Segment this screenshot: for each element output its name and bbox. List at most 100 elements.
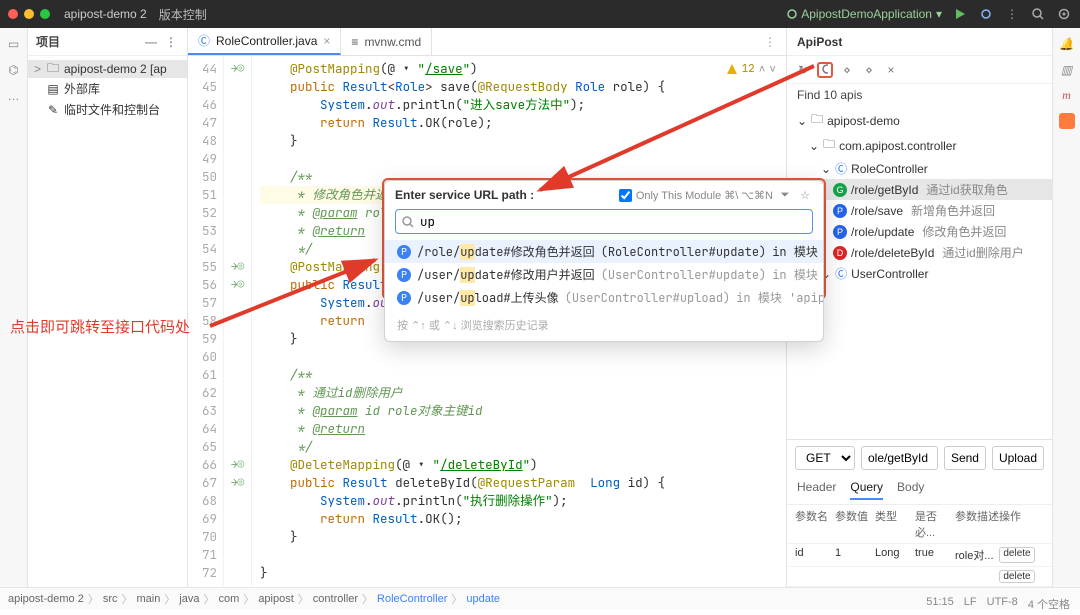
breadcrumb-sep: 〉 — [204, 591, 215, 607]
search-apis-button[interactable] — [817, 62, 833, 78]
popup-result-item[interactable]: P/user/update#修改用户并返回 (UserController#up… — [385, 263, 823, 286]
param-row[interactable]: id1Longtruerole对...delete — [787, 544, 1052, 567]
method-badge-icon: P — [833, 225, 847, 239]
breadcrumb-sep: 〉 — [164, 591, 175, 607]
http-method-select[interactable]: GET — [795, 446, 855, 470]
project-tree-item[interactable]: ✎临时文件和控制台 — [28, 99, 187, 120]
editor-tab[interactable]: ≡mvnw.cmd — [341, 28, 432, 55]
project-name[interactable]: apipost-demo 2 — [64, 7, 147, 21]
api-tree-endpoint[interactable]: P/role/update修改角色并返回 — [787, 221, 1052, 242]
structure-icon[interactable]: ⌬ — [6, 62, 22, 78]
inspection-warning-badge[interactable]: 12 ∧ ∨ — [726, 60, 776, 78]
popup-module-scope[interactable]: Only This Module ⌘\ ⌥⌘N ⏷ ☆ — [619, 187, 813, 203]
refresh-icon[interactable]: ↻ — [795, 62, 811, 78]
pin-icon[interactable]: ☆ — [797, 187, 813, 203]
request-tab[interactable]: Header — [797, 480, 836, 500]
param-row-empty[interactable]: delete — [787, 567, 1052, 587]
api-tree-node[interactable]: ⌄🗀apipost-demo — [787, 108, 1052, 133]
caret-position[interactable]: 51:15 — [926, 596, 954, 612]
breadcrumb-sep: 〉 — [298, 591, 309, 607]
database-icon[interactable]: ▥ — [1059, 62, 1075, 78]
breadcrumb-item[interactable]: java — [179, 593, 199, 605]
more-actions-button[interactable]: ⋮ — [1004, 6, 1020, 22]
filter-icon[interactable]: ⋄ — [839, 62, 855, 78]
delete-param-button[interactable]: delete — [999, 570, 1035, 583]
indent-setting[interactable]: 4 个空格 — [1028, 596, 1070, 612]
request-tab[interactable]: Body — [897, 480, 924, 500]
popup-result-item[interactable]: P/user/upload#上传头像 (UserController#uploa… — [385, 286, 823, 309]
close-panel-icon[interactable]: × — [883, 62, 899, 78]
left-toolwindows: ▭ ⌬ … — [0, 28, 28, 587]
minimize-icon[interactable] — [24, 9, 34, 19]
popup-search-input[interactable] — [420, 213, 806, 230]
project-tree-item[interactable]: >🗀apipost-demo 2 [ap — [28, 60, 187, 78]
run-button[interactable] — [952, 6, 968, 22]
url-input[interactable] — [861, 446, 938, 470]
api-tree-node[interactable]: ⌄🗀com.apipost.controller — [787, 133, 1052, 158]
method-badge-icon: P — [397, 291, 411, 305]
search-url-popup[interactable]: Enter service URL path : Only This Modul… — [384, 180, 824, 342]
collapse-icon[interactable]: — — [143, 34, 159, 50]
params-table[interactable]: 参数名参数值类型是否必...参数描述操作 id1Longtruerole对...… — [787, 505, 1052, 587]
nav-prev-icon[interactable]: ⋄ — [861, 62, 877, 78]
maven-icon[interactable]: m — [1062, 88, 1071, 103]
close-icon[interactable]: × — [323, 34, 330, 48]
popup-result-item[interactable]: P/role/update#修改角色并返回 (RoleController#up… — [385, 240, 823, 263]
tabs-more-icon[interactable]: ⋮ — [754, 28, 786, 55]
chevron-down-icon: ∨ — [769, 60, 776, 78]
settings-icon[interactable] — [1056, 6, 1072, 22]
breadcrumb-item[interactable]: apipost — [258, 593, 293, 605]
breadcrumb-sep: 〉 — [122, 591, 133, 607]
delete-param-button[interactable]: delete — [999, 547, 1035, 563]
breadcrumb-item[interactable]: update — [466, 593, 500, 605]
line-separator[interactable]: LF — [964, 596, 977, 612]
breadcrumb-item[interactable]: apipost-demo 2 — [8, 593, 84, 605]
request-tab[interactable]: Query — [850, 480, 883, 500]
method-badge-icon: D — [833, 246, 847, 260]
api-tree-endpoint[interactable]: P/role/save新增角色并返回 — [787, 200, 1052, 221]
breadcrumb-item[interactable]: com — [219, 593, 240, 605]
upload-button[interactable]: Upload — [992, 446, 1044, 470]
api-tree-node[interactable]: ⌄ⒸRoleController — [787, 158, 1052, 179]
file-encoding[interactable]: UTF-8 — [987, 596, 1018, 612]
apipost-logo-icon[interactable] — [1059, 113, 1075, 129]
debug-button[interactable] — [978, 6, 994, 22]
param-column-header: 是否必... — [915, 508, 955, 540]
search-icon[interactable] — [1030, 6, 1046, 22]
funnel-icon[interactable]: ⏷ — [777, 187, 793, 203]
panel-menu-icon[interactable]: ⋮ — [163, 34, 179, 50]
chevron-down-icon: ▾ — [936, 7, 942, 21]
breadcrumb-item[interactable]: src — [103, 593, 118, 605]
api-tree-endpoint[interactable]: D/role/deleteById通过id删除用户 — [787, 242, 1052, 263]
menu-vcs[interactable]: 版本控制 — [159, 6, 207, 23]
breadcrumb-item[interactable]: RoleController — [377, 593, 447, 605]
run-configuration[interactable]: ApipostDemoApplication ▾ — [787, 7, 942, 21]
api-tree-endpoint[interactable]: G/role/getById通过id获取角色 — [787, 179, 1052, 200]
line-numbers: 4445464748495051525354555657585960616263… — [188, 56, 224, 586]
module-scope-checkbox[interactable] — [619, 189, 632, 202]
annotation-text: 点击即可跳转至接口代码处 — [10, 316, 190, 337]
close-icon[interactable] — [8, 9, 18, 19]
bookmark-icon[interactable]: … — [6, 88, 22, 104]
notifications-icon[interactable]: 🔔 — [1059, 36, 1075, 52]
api-tree[interactable]: ⌄🗀apipost-demo⌄🗀com.apipost.controller⌄Ⓒ… — [787, 106, 1052, 286]
api-tree-node[interactable]: ⌄ⒸUserController — [787, 263, 1052, 284]
folder-icon: ✎ — [46, 103, 60, 117]
param-column-header: 操作 — [999, 508, 1035, 540]
project-tool-window: 项目 — ⋮ >🗀apipost-demo 2 [ap▤外部库✎临时文件和控制台 — [28, 28, 188, 587]
popup-result-list[interactable]: P/role/update#修改角色并返回 (RoleController#up… — [385, 240, 823, 313]
breadcrumb-item[interactable]: main — [137, 593, 161, 605]
request-tabs[interactable]: Header Query Body — [787, 476, 1052, 505]
breadcrumb[interactable]: apipost-demo 2〉src〉main〉java〉com〉apipost… — [0, 587, 1080, 609]
apipost-panel: ApiPost ↻ ⋄ ⋄ × Find 10 apis ⌄🗀apipost-d… — [786, 28, 1052, 587]
window-controls[interactable] — [8, 9, 50, 19]
folder-icon[interactable]: ▭ — [6, 36, 22, 52]
breadcrumb-item[interactable]: controller — [313, 593, 358, 605]
editor-tab[interactable]: ⒸRoleController.java× — [188, 28, 341, 55]
project-tree-item[interactable]: ▤外部库 — [28, 78, 187, 99]
send-button[interactable]: Send — [944, 446, 986, 470]
breadcrumb-sep: 〉 — [243, 591, 254, 607]
titlebar: apipost-demo 2 版本控制 ApipostDemoApplicati… — [0, 0, 1080, 28]
maximize-icon[interactable] — [40, 9, 50, 19]
warning-icon — [726, 63, 738, 75]
